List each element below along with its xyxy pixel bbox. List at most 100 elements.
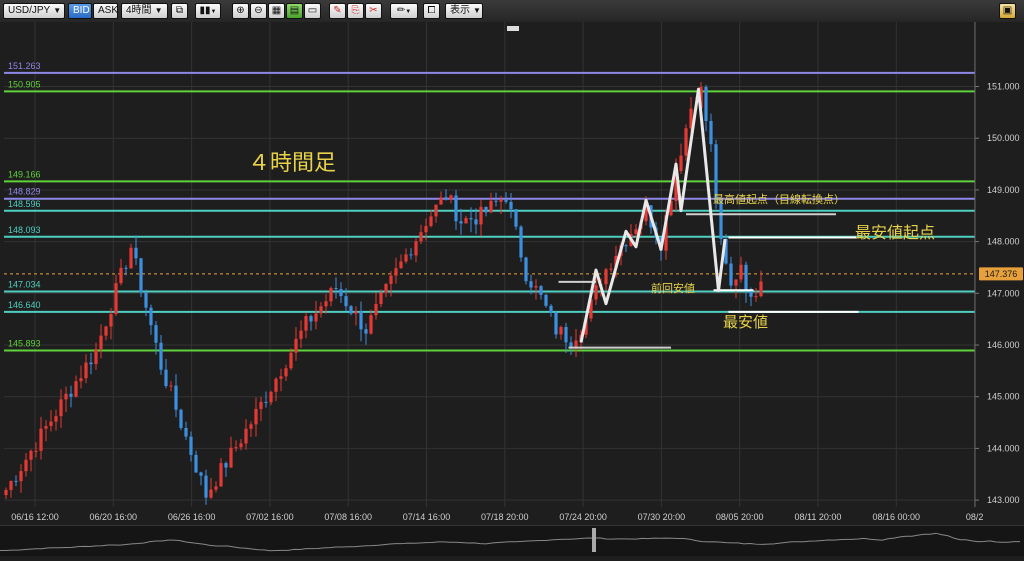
draw-red-icon[interactable]: ✎ xyxy=(329,3,346,19)
candle-body xyxy=(339,289,343,297)
candle-body xyxy=(79,378,83,382)
annotation-lowest-start: 最安値起点 xyxy=(855,224,935,242)
candlestick-icon[interactable]: ▮▮▼ xyxy=(195,3,221,19)
current-price-tag: 147.376 xyxy=(979,267,1023,281)
x-tick-label: 08/16 00:00 xyxy=(873,512,921,522)
chevron-down-icon: ▼ xyxy=(154,6,163,15)
y-tick-label: 147.000 xyxy=(987,288,1020,298)
candle-body xyxy=(44,426,48,429)
candle-body xyxy=(344,296,348,307)
candle-body xyxy=(554,312,558,335)
timeframe-label: 4時間 xyxy=(126,5,152,16)
candle-body xyxy=(284,368,288,377)
candle-body xyxy=(729,263,733,286)
candle-body xyxy=(294,338,298,353)
x-tick-label: 07/02 16:00 xyxy=(246,512,294,522)
candle-body xyxy=(449,195,453,200)
zoom-out-icon[interactable]: ⊖ xyxy=(250,3,267,19)
draw-remove-icon[interactable]: ✂ xyxy=(365,3,382,19)
candle-body xyxy=(59,399,63,417)
candle-body xyxy=(499,199,503,202)
candle-body xyxy=(154,325,158,343)
candle-body xyxy=(104,326,108,336)
candle-body xyxy=(334,288,338,290)
candle-body xyxy=(424,226,428,233)
scroll-handle[interactable] xyxy=(507,26,519,31)
candle-body xyxy=(304,316,308,331)
candle-body xyxy=(144,292,148,308)
candle-body xyxy=(519,226,523,258)
candle-body xyxy=(254,408,258,425)
navigator-handle[interactable] xyxy=(592,528,596,552)
timeframe-select[interactable]: 4時間 ▼ xyxy=(121,3,168,19)
candle-body xyxy=(279,376,283,379)
candle-body xyxy=(734,279,738,286)
candle-body xyxy=(239,443,243,448)
candle-body xyxy=(489,200,493,213)
candle-body xyxy=(54,416,58,422)
candle-body xyxy=(414,241,418,256)
navigator-line xyxy=(0,532,1020,552)
candle-body xyxy=(744,264,748,291)
navigator-sparkline xyxy=(0,528,1020,552)
candle-body xyxy=(604,269,608,285)
candle-body xyxy=(609,268,613,270)
candle-body xyxy=(679,155,683,171)
price-chart[interactable]: 143.000 144.000 145.000 146.000 147.000 148.0… xyxy=(0,22,1024,525)
candle-body xyxy=(749,290,753,297)
candle-body xyxy=(684,128,688,156)
current-price-label: 147.376 xyxy=(985,269,1018,279)
candle-body xyxy=(169,385,173,387)
window-icon[interactable]: ▭ xyxy=(304,3,321,19)
candle-body xyxy=(379,292,383,305)
symbol-select[interactable]: USD/JPY ▼ xyxy=(3,3,65,19)
y-tick-label: 145.000 xyxy=(987,392,1020,402)
annotation-previous-low: 前回安値 xyxy=(651,281,695,295)
chevron-down-icon: ▼ xyxy=(473,6,481,15)
x-tick-label: 08/11 20:00 xyxy=(795,512,842,522)
candle-body xyxy=(404,254,408,262)
ask-button[interactable]: ASK xyxy=(93,3,118,19)
y-tick-label: 149.000 xyxy=(987,185,1020,195)
horizontal-line-label: 147.034 xyxy=(8,280,41,290)
candle-body xyxy=(159,342,163,370)
candle-body xyxy=(39,428,43,451)
candle-body xyxy=(529,281,533,288)
pencil-icon[interactable]: ✏▼ xyxy=(390,3,418,19)
candle-body xyxy=(259,401,263,409)
candle-body xyxy=(384,283,388,293)
y-tick-label: 146.000 xyxy=(987,340,1020,350)
candle-body xyxy=(229,447,233,468)
candle-body xyxy=(454,195,458,222)
candle-body xyxy=(209,489,213,498)
candle-body xyxy=(504,199,508,202)
candle-body xyxy=(594,285,598,300)
bid-button[interactable]: BID xyxy=(68,3,92,19)
candle-body xyxy=(309,316,313,322)
candle-body xyxy=(314,313,318,322)
candle-body xyxy=(419,232,423,242)
horizontal-line-label: 148.093 xyxy=(8,225,41,235)
candle-body xyxy=(24,459,28,472)
candle-body xyxy=(544,294,548,306)
horizontal-line-label: 146.640 xyxy=(8,300,41,310)
display-menu[interactable]: 表示 ▼ xyxy=(445,3,483,19)
candle-body xyxy=(374,304,378,316)
draw-copy-icon[interactable]: ⎘ xyxy=(347,3,364,19)
x-tick-label: 06/20 16:00 xyxy=(90,512,138,522)
settings-icon[interactable]: ▣ xyxy=(999,3,1016,19)
candle-body xyxy=(149,307,153,326)
link-icon[interactable]: ⧉ xyxy=(171,3,188,19)
copy-icon[interactable]: ⧠ xyxy=(423,3,440,19)
candle-body xyxy=(114,283,118,314)
candle-body xyxy=(174,385,178,410)
chart-grid-icon[interactable]: ▦ xyxy=(268,3,285,19)
chart-green-icon[interactable]: ▤ xyxy=(286,3,303,19)
candle-body xyxy=(19,471,23,482)
candle-body xyxy=(429,216,433,227)
candle-body xyxy=(84,362,88,379)
zoom-in-icon[interactable]: ⊕ xyxy=(232,3,249,19)
horizontal-line-label: 151.263 xyxy=(8,61,41,71)
navigator-strip[interactable] xyxy=(0,525,1024,556)
candle-body xyxy=(369,315,373,334)
